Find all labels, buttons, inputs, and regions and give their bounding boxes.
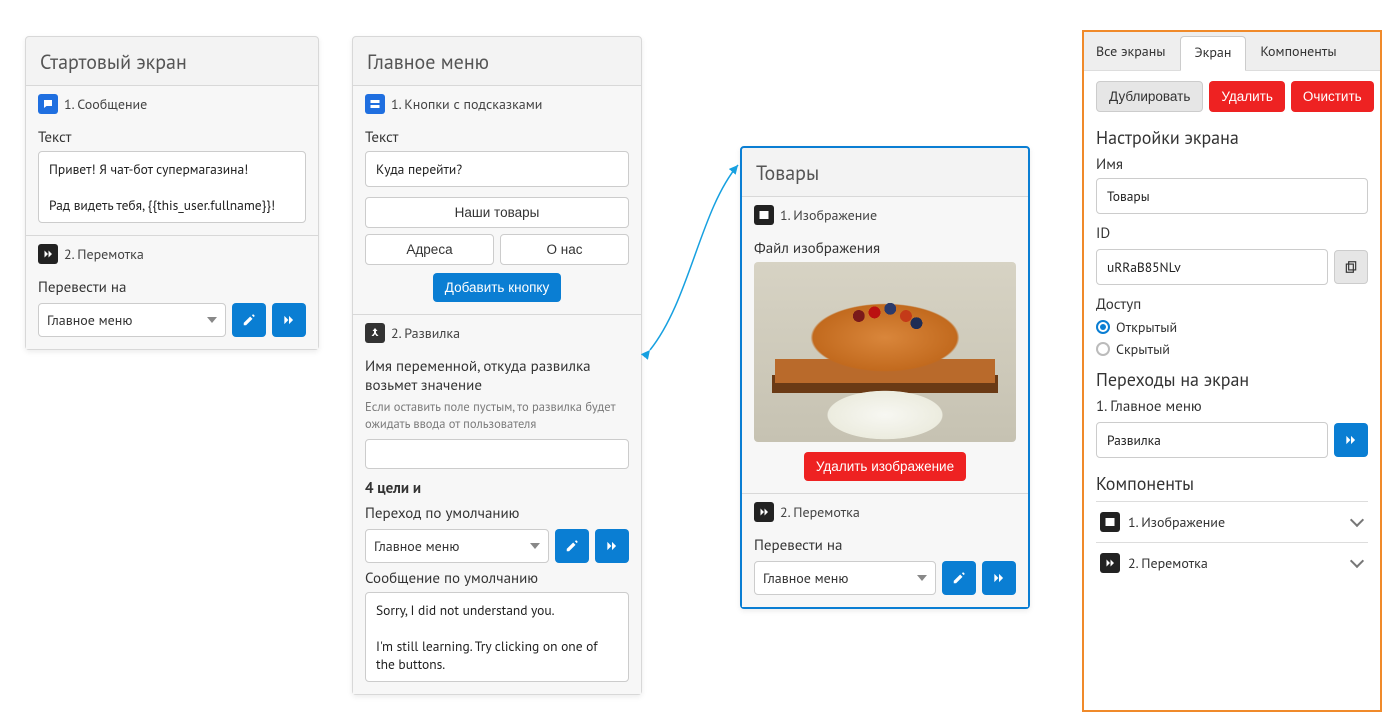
image-icon xyxy=(1100,512,1120,532)
input-var[interactable] xyxy=(365,439,629,469)
inspector-panel: Все экраны Экран Компоненты Дублировать … xyxy=(1082,30,1382,712)
goto-button[interactable] xyxy=(982,561,1016,595)
component-message[interactable]: 1. Сообщение Текст Привет! Я чат-бот суп… xyxy=(26,85,318,235)
label-forward: Перевести на xyxy=(754,536,1016,555)
card-main-menu[interactable]: Главное меню 1. Кнопки с подсказками Тек… xyxy=(352,36,642,695)
card-title: Стартовый экран xyxy=(26,37,318,85)
quick-button-2[interactable]: Адреса xyxy=(365,234,494,265)
component-fork[interactable]: 2. Развилка Имя переменной, откуда разви… xyxy=(353,314,641,694)
component-head: 1. Изображение xyxy=(780,206,877,224)
radio-icon xyxy=(1096,342,1110,356)
label-text: Текст xyxy=(38,128,306,147)
dropdown-caret-icon xyxy=(530,543,540,549)
delete-button[interactable]: Удалить xyxy=(1209,81,1285,112)
fork-icon xyxy=(365,323,385,343)
forward-icon xyxy=(754,502,774,522)
component-image[interactable]: 1. Изображение Файл изображения Удалить … xyxy=(742,196,1028,493)
duplicate-button[interactable]: Дублировать xyxy=(1096,81,1203,112)
section-nav: Переходы на экран xyxy=(1096,368,1368,391)
card-title: Товары xyxy=(742,148,1028,196)
input-name[interactable]: Товары xyxy=(1096,178,1368,214)
goto-button[interactable] xyxy=(272,303,306,337)
label-targets: 4 цели и xyxy=(365,479,629,498)
card-goods[interactable]: Товары 1. Изображение Файл изображения У… xyxy=(740,146,1030,609)
hint-var: Если оставить поле пустым, то развилка б… xyxy=(365,399,629,433)
add-button[interactable]: Добавить кнопку xyxy=(433,273,561,302)
delete-image-button[interactable]: Удалить изображение xyxy=(804,452,966,481)
edit-button[interactable] xyxy=(942,561,976,595)
nav-from: 1. Главное меню xyxy=(1096,397,1368,416)
component-head: 2. Развилка xyxy=(391,324,460,342)
select-forward-target[interactable]: Главное меню xyxy=(754,561,936,595)
message-icon xyxy=(38,94,58,114)
chevron-down-icon xyxy=(1350,556,1364,570)
label-name: Имя xyxy=(1096,155,1368,174)
nav-via[interactable]: Развилка xyxy=(1096,422,1328,458)
component-head: 1. Сообщение xyxy=(64,95,147,113)
tab-components[interactable]: Компоненты xyxy=(1248,32,1348,70)
radio-access-open[interactable]: Открытый xyxy=(1096,318,1368,336)
component-row-forward[interactable]: 2. Перемотка xyxy=(1096,542,1368,583)
label-text: Текст xyxy=(365,128,629,147)
image-preview[interactable] xyxy=(754,262,1016,442)
tab-all-screens[interactable]: Все экраны xyxy=(1084,32,1178,70)
radio-icon xyxy=(1096,320,1110,334)
label-default-go: Переход по умолчанию xyxy=(365,504,629,523)
label-var: Имя переменной, откуда развилка возьмет … xyxy=(365,357,629,395)
radio-access-hidden[interactable]: Скрытый xyxy=(1096,340,1368,358)
forward-icon xyxy=(38,244,58,264)
section-components: Компоненты xyxy=(1096,472,1368,495)
component-forward[interactable]: 2. Перемотка Перевести на Главное меню xyxy=(742,493,1028,607)
connector-arrow xyxy=(640,150,750,360)
edit-button[interactable] xyxy=(232,303,266,337)
label-access: Доступ xyxy=(1096,295,1368,314)
label-image-file: Файл изображения xyxy=(754,239,1016,258)
component-head: 2. Перемотка xyxy=(64,245,144,263)
textarea-buttons-prompt[interactable]: Куда перейти? xyxy=(365,151,629,187)
panel-tabs: Все экраны Экран Компоненты xyxy=(1084,32,1380,71)
quick-button-1[interactable]: Наши товары xyxy=(365,197,629,228)
edit-button[interactable] xyxy=(555,529,589,563)
goto-button[interactable] xyxy=(595,529,629,563)
dropdown-caret-icon xyxy=(917,575,927,581)
label-id: ID xyxy=(1096,224,1368,243)
section-settings: Настройки экрана xyxy=(1096,126,1368,149)
select-forward-target[interactable]: Главное меню xyxy=(38,303,226,337)
input-id[interactable]: uRRaB85NLv xyxy=(1096,249,1328,285)
buttons-icon xyxy=(365,94,385,114)
label-default-msg: Сообщение по умолчанию xyxy=(365,569,629,588)
textarea-message[interactable]: Привет! Я чат-бот супермагазина! Рад вид… xyxy=(38,151,306,223)
card-start-screen[interactable]: Стартовый экран 1. Сообщение Текст Приве… xyxy=(25,36,319,350)
copy-id-button[interactable] xyxy=(1334,250,1368,284)
forward-icon xyxy=(1100,553,1120,573)
textarea-default-msg[interactable]: Sorry, I did not understand you. I'm sti… xyxy=(365,592,629,682)
card-title: Главное меню xyxy=(353,37,641,85)
goto-button[interactable] xyxy=(1334,423,1368,457)
image-icon xyxy=(754,205,774,225)
component-forward[interactable]: 2. Перемотка Перевести на Главное меню xyxy=(26,235,318,349)
chevron-down-icon xyxy=(1350,515,1364,529)
clear-button[interactable]: Очистить xyxy=(1291,81,1374,112)
component-buttons[interactable]: 1. Кнопки с подсказками Текст Куда перей… xyxy=(353,85,641,314)
component-head: 1. Кнопки с подсказками xyxy=(391,95,542,113)
label-forward: Перевести на xyxy=(38,278,306,297)
select-default-go[interactable]: Главное меню xyxy=(365,529,549,563)
dropdown-caret-icon xyxy=(207,317,217,323)
quick-button-3[interactable]: О нас xyxy=(500,234,629,265)
tab-screen[interactable]: Экран xyxy=(1180,36,1247,71)
component-head: 2. Перемотка xyxy=(780,503,860,521)
component-row-image[interactable]: 1. Изображение xyxy=(1096,501,1368,542)
